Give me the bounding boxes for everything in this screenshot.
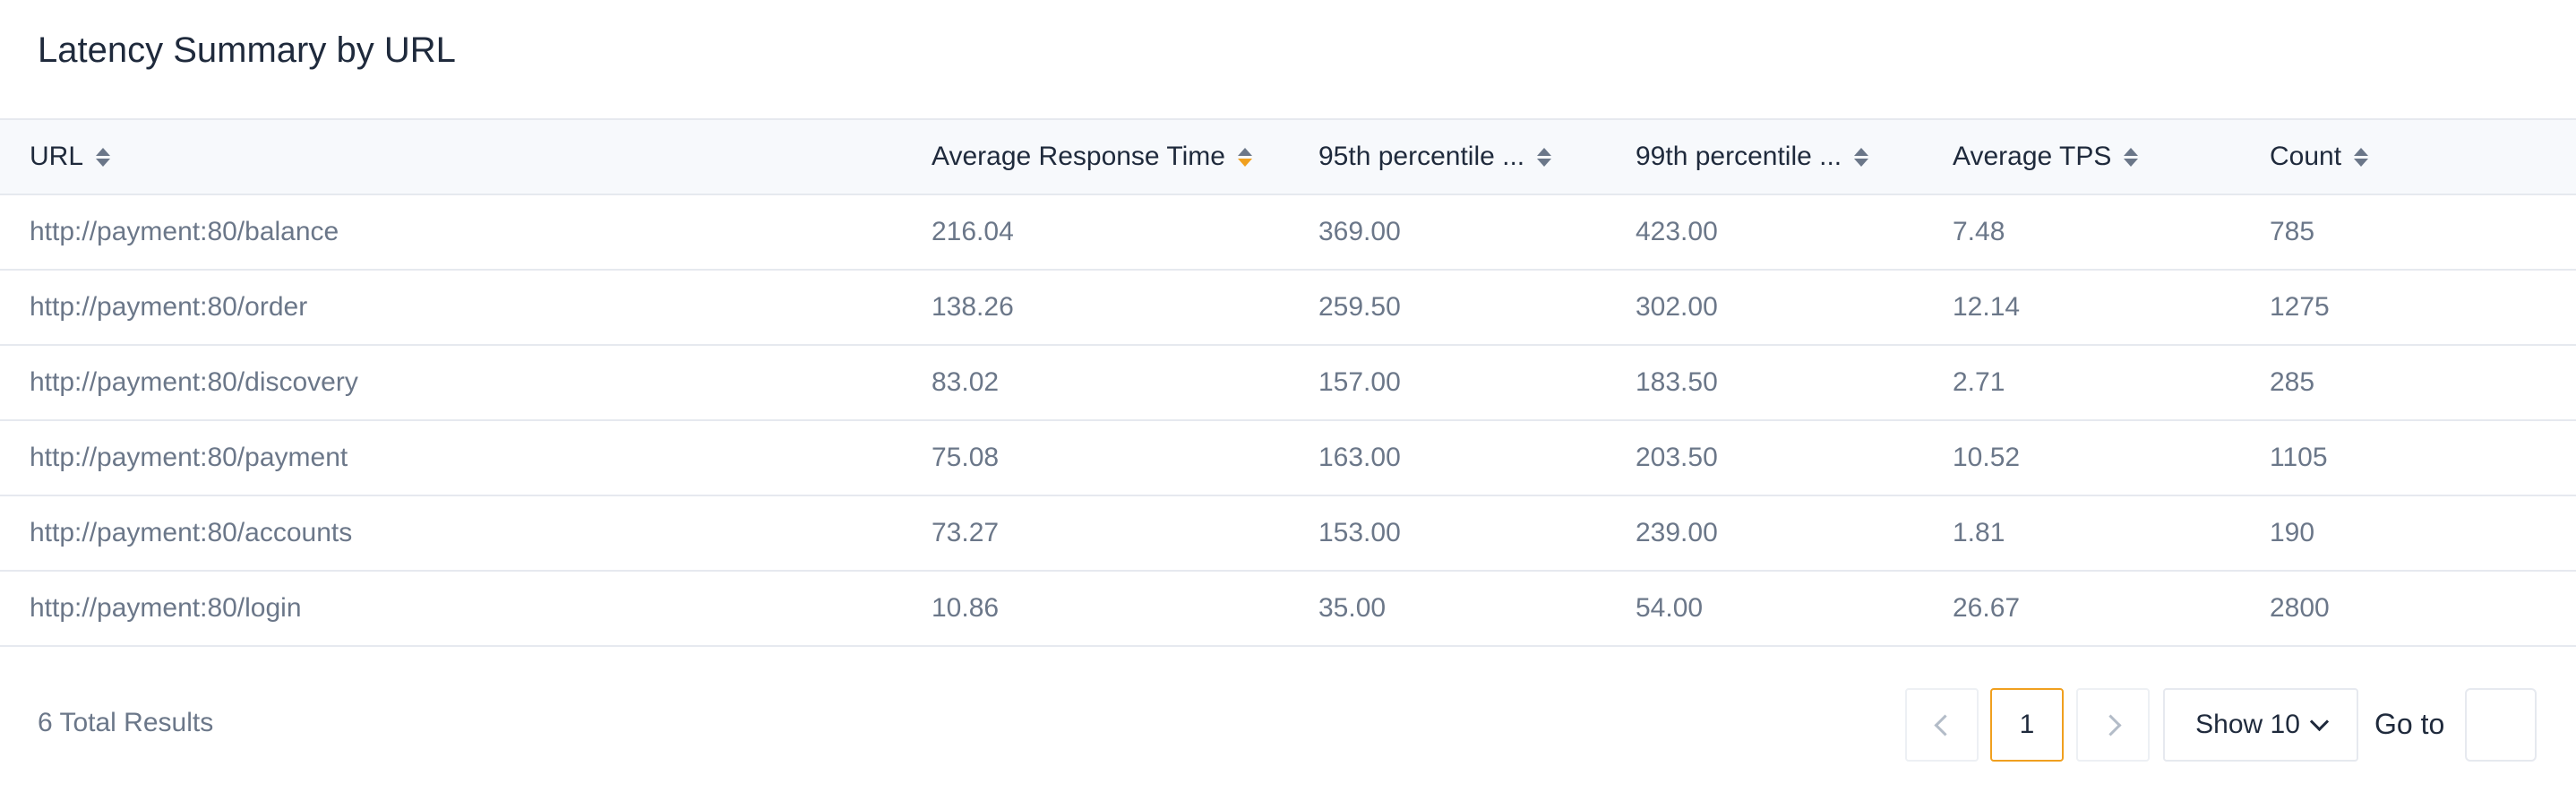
table-row: http://payment:80/discovery 83.02 157.00… (0, 345, 2576, 421)
p99-cell: 302.00 (1636, 270, 1953, 346)
latency-table: URL Average Response Time 95th percentil… (0, 118, 2576, 647)
column-header-average-response-time[interactable]: Average Response Time (932, 119, 1318, 194)
p99-cell: 203.50 (1636, 420, 1953, 496)
count-cell: 2800 (2270, 571, 2576, 647)
page-button-current[interactable]: 1 (1990, 688, 2064, 762)
p99-cell: 54.00 (1636, 571, 1953, 647)
page-size-select[interactable]: Show 10 (2163, 688, 2358, 762)
column-label: Average Response Time (932, 142, 1225, 171)
total-results: 6 Total Results (38, 708, 214, 737)
p95-cell: 35.00 (1318, 571, 1636, 647)
url-cell: http://payment:80/login (0, 571, 932, 647)
p95-cell: 153.00 (1318, 495, 1636, 572)
table-header-row: URL Average Response Time 95th percentil… (0, 119, 2576, 194)
goto-label: Go to (2374, 708, 2445, 740)
column-label: Count (2270, 142, 2342, 171)
table-row: http://payment:80/accounts 73.27 153.00 … (0, 495, 2576, 572)
page-size-label: Show 10 (2195, 710, 2300, 739)
column-label: 99th percentile ... (1636, 142, 1842, 171)
table-row: http://payment:80/payment 75.08 163.00 2… (0, 420, 2576, 496)
average-response-time-cell: 138.26 (932, 270, 1318, 346)
sort-icon[interactable] (1854, 147, 1869, 167)
sort-icon[interactable] (96, 147, 111, 167)
chevron-left-icon (1933, 713, 1956, 736)
column-header-95th-percentile[interactable]: 95th percentile ... (1318, 119, 1636, 194)
p99-cell: 239.00 (1636, 495, 1953, 572)
count-cell: 190 (2270, 495, 2576, 572)
column-header-url[interactable]: URL (0, 119, 932, 194)
latency-summary-panel: Latency Summary by URL URL Average Respo… (0, 0, 2576, 801)
average-tps-cell: 2.71 (1953, 345, 2270, 421)
url-cell: http://payment:80/discovery (0, 345, 932, 421)
sort-icon[interactable] (2354, 147, 2369, 167)
chevron-right-icon (2099, 713, 2122, 736)
average-response-time-cell: 73.27 (932, 495, 1318, 572)
average-tps-cell: 10.52 (1953, 420, 2270, 496)
column-label: Average TPS (1953, 142, 2112, 171)
p95-cell: 259.50 (1318, 270, 1636, 346)
count-cell: 785 (2270, 194, 2576, 271)
average-tps-cell: 7.48 (1953, 194, 2270, 271)
sort-icon[interactable] (2124, 147, 2139, 167)
p99-cell: 423.00 (1636, 194, 1953, 271)
table-row: http://payment:80/balance 216.04 369.00 … (0, 194, 2576, 271)
count-cell: 1275 (2270, 270, 2576, 346)
average-response-time-cell: 83.02 (932, 345, 1318, 421)
goto-page-input[interactable] (2465, 688, 2537, 762)
average-response-time-cell: 216.04 (932, 194, 1318, 271)
table-row: http://payment:80/order 138.26 259.50 30… (0, 270, 2576, 346)
url-cell: http://payment:80/accounts (0, 495, 932, 572)
p95-cell: 157.00 (1318, 345, 1636, 421)
url-cell: http://payment:80/balance (0, 194, 932, 271)
average-tps-cell: 12.14 (1953, 270, 2270, 346)
average-tps-cell: 1.81 (1953, 495, 2270, 572)
count-cell: 285 (2270, 345, 2576, 421)
p95-cell: 369.00 (1318, 194, 1636, 271)
average-response-time-cell: 75.08 (932, 420, 1318, 496)
column-label: URL (30, 142, 84, 171)
column-header-average-tps[interactable]: Average TPS (1953, 119, 2270, 194)
url-cell: http://payment:80/order (0, 270, 932, 346)
next-page-button[interactable] (2076, 688, 2150, 762)
average-response-time-cell: 10.86 (932, 571, 1318, 647)
sort-icon[interactable] (1237, 147, 1252, 167)
p95-cell: 163.00 (1318, 420, 1636, 496)
average-tps-cell: 26.67 (1953, 571, 2270, 647)
sort-icon[interactable] (1537, 147, 1552, 167)
table-row: http://payment:80/login 10.86 35.00 54.0… (0, 571, 2576, 647)
chevron-down-icon (2309, 711, 2329, 731)
column-header-99th-percentile[interactable]: 99th percentile ... (1636, 119, 1953, 194)
column-label: 95th percentile ... (1318, 142, 1525, 171)
column-header-count[interactable]: Count (2270, 119, 2576, 194)
panel-title: Latency Summary by URL (38, 30, 456, 70)
count-cell: 1105 (2270, 420, 2576, 496)
url-cell: http://payment:80/payment (0, 420, 932, 496)
p99-cell: 183.50 (1636, 345, 1953, 421)
prev-page-button[interactable] (1905, 688, 1979, 762)
